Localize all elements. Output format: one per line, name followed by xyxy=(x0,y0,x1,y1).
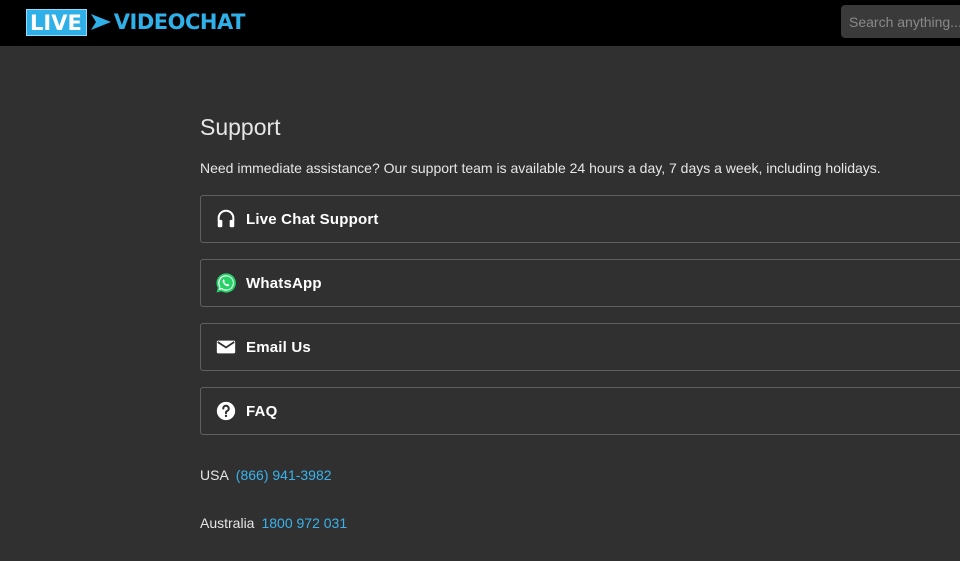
phone-country-label: Australia xyxy=(200,515,255,531)
support-description: Need immediate assistance? Our support t… xyxy=(200,160,881,176)
faq-button[interactable]: FAQ xyxy=(200,387,960,435)
camera-icon xyxy=(90,14,111,30)
logo-live-text: LIVE xyxy=(26,8,87,36)
logo-videochat-text: VIDEOCHAT xyxy=(113,10,246,34)
option-label: FAQ xyxy=(246,402,278,420)
phone-usa: USA (866) 941-3982 xyxy=(200,467,960,483)
search-input[interactable] xyxy=(841,5,960,38)
option-label: WhatsApp xyxy=(246,274,322,292)
email-us-button[interactable]: Email Us xyxy=(200,323,960,371)
phone-country-label: USA xyxy=(200,467,229,483)
headset-icon xyxy=(215,208,237,230)
question-icon xyxy=(215,400,237,422)
support-section: Support Need immediate assistance? Our s… xyxy=(200,112,960,531)
email-icon xyxy=(215,336,237,358)
phone-number-link[interactable]: (866) 941-3982 xyxy=(236,467,332,483)
phone-number-link[interactable]: 1800 972 031 xyxy=(261,515,347,531)
live-chat-support-button[interactable]: Live Chat Support xyxy=(200,195,960,243)
site-logo[interactable]: LIVE VIDEOCHAT xyxy=(26,8,245,36)
top-navigation-bar: LIVE VIDEOCHAT xyxy=(0,0,960,46)
option-label: Email Us xyxy=(246,338,311,356)
phone-australia: Australia 1800 972 031 xyxy=(200,515,960,531)
whatsapp-icon xyxy=(215,272,237,294)
support-options: Live Chat Support WhatsApp Email Us FAQ xyxy=(200,195,960,435)
option-label: Live Chat Support xyxy=(246,210,379,228)
whatsapp-button[interactable]: WhatsApp xyxy=(200,259,960,307)
page-title: Support xyxy=(200,114,281,140)
